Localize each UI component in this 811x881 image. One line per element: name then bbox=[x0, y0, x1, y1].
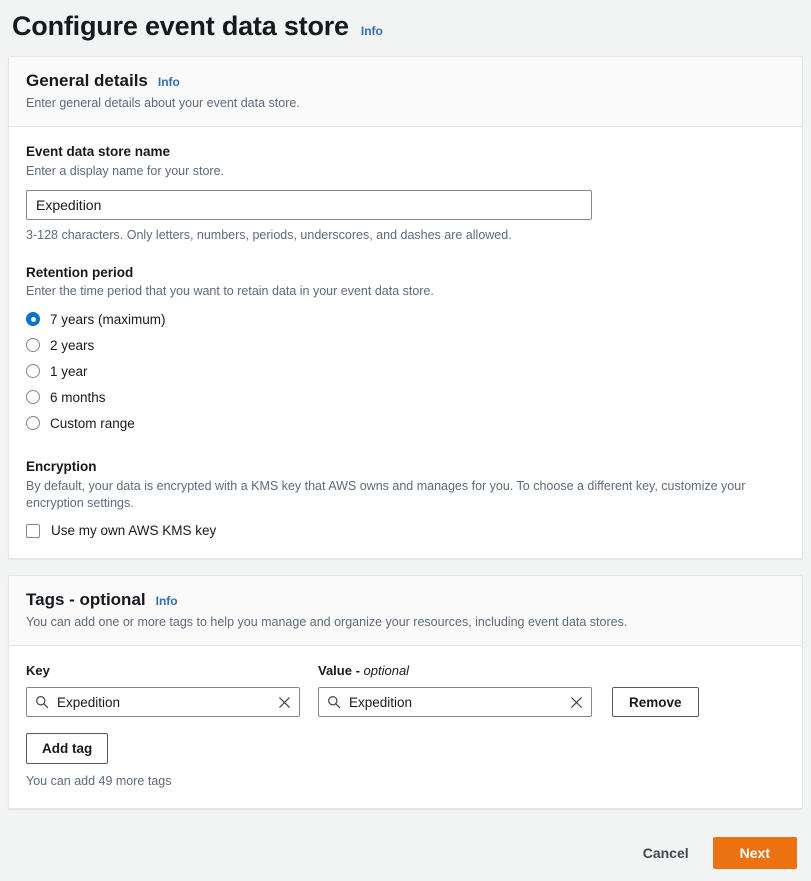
page-title: Configure event data store bbox=[12, 11, 349, 41]
use-own-kms-key-label: Use my own AWS KMS key bbox=[51, 523, 217, 539]
general-details-info-link[interactable]: Info bbox=[158, 75, 180, 89]
retention-option-7-years[interactable]: 7 years (maximum) bbox=[26, 306, 785, 332]
tag-value-input[interactable]: Expedition bbox=[318, 687, 592, 718]
tag-value-value: Expedition bbox=[349, 694, 413, 710]
tag-value-header-text: Value - bbox=[318, 663, 364, 679]
tags-header: Tags - optional Info You can add one or … bbox=[9, 576, 802, 647]
event-data-store-name-input[interactable] bbox=[26, 189, 592, 220]
retention-option-label: Custom range bbox=[50, 415, 135, 431]
remaining-tags-text: You can add 49 more tags bbox=[26, 774, 172, 789]
retention-period-description: Enter the time period that you want to r… bbox=[26, 284, 434, 299]
encryption-field: Encryption By default, your data is encr… bbox=[26, 458, 785, 538]
close-icon bbox=[570, 696, 582, 708]
radio-icon bbox=[26, 390, 40, 405]
checkbox-icon bbox=[26, 523, 40, 538]
retention-option-2-years[interactable]: 2 years bbox=[26, 332, 785, 358]
retention-option-1-year[interactable]: 1 year bbox=[26, 358, 785, 384]
event-data-store-name-label: Event data store name bbox=[26, 144, 171, 160]
radio-icon bbox=[26, 416, 40, 431]
general-details-description: Enter general details about your event d… bbox=[26, 96, 300, 111]
retention-option-6-months[interactable]: 6 months bbox=[26, 384, 785, 410]
tag-key-value: Expedition bbox=[57, 694, 121, 710]
tag-value-header: Value - optional bbox=[318, 663, 409, 678]
tag-value-header-optional: optional bbox=[363, 663, 410, 679]
tag-column-headers: Key Value - optional bbox=[26, 662, 785, 678]
page-title-bar: Configure event data store Info bbox=[0, 0, 811, 56]
remove-tag-button[interactable]: Remove bbox=[612, 687, 699, 718]
retention-period-field: Retention period Enter the time period t… bbox=[26, 264, 785, 436]
form-footer: Cancel Next bbox=[0, 825, 811, 881]
page-info-link[interactable]: Info bbox=[361, 24, 383, 38]
tags-body: Key Value - optional Expedition Expediti… bbox=[9, 646, 802, 808]
tags-description: You can add one or more tags to help you… bbox=[26, 615, 628, 630]
tag-key-clear-button[interactable] bbox=[271, 689, 297, 715]
search-icon bbox=[328, 696, 341, 709]
radio-icon bbox=[26, 312, 40, 327]
retention-period-radio-group: 7 years (maximum) 2 years 1 year 6 month… bbox=[26, 306, 785, 436]
retention-option-label: 6 months bbox=[50, 389, 106, 405]
radio-icon bbox=[26, 338, 40, 353]
tags-card: Tags - optional Info You can add one or … bbox=[8, 575, 803, 810]
encryption-description: By default, your data is encrypted with … bbox=[26, 478, 746, 510]
general-details-title: General details bbox=[26, 71, 148, 91]
retention-period-label: Retention period bbox=[26, 264, 134, 280]
event-data-store-name-field: Event data store name Enter a display na… bbox=[26, 143, 785, 242]
encryption-label: Encryption bbox=[26, 459, 97, 475]
retention-option-custom-range[interactable]: Custom range bbox=[26, 410, 785, 436]
event-data-store-name-description: Enter a display name for your store. bbox=[26, 163, 225, 178]
retention-option-label: 1 year bbox=[50, 363, 88, 379]
tag-key-input[interactable]: Expedition bbox=[26, 687, 300, 718]
next-button[interactable]: Next bbox=[712, 837, 797, 870]
cancel-button[interactable]: Cancel bbox=[639, 839, 693, 867]
table-row: Expedition Expedition Remove bbox=[26, 687, 785, 718]
tag-key-header: Key bbox=[26, 663, 50, 679]
add-tag-button[interactable]: Add tag bbox=[26, 733, 109, 765]
tags-title: Tags - optional bbox=[26, 590, 146, 610]
close-icon bbox=[278, 696, 290, 708]
tags-info-link[interactable]: Info bbox=[156, 594, 178, 608]
search-icon bbox=[36, 696, 49, 709]
general-details-card: General details Info Enter general detai… bbox=[8, 56, 803, 560]
use-own-kms-key-checkbox[interactable]: Use my own AWS KMS key bbox=[26, 523, 785, 538]
event-data-store-name-constraint: 3-128 characters. Only letters, numbers,… bbox=[26, 227, 512, 242]
general-details-header: General details Info Enter general detai… bbox=[9, 57, 802, 128]
radio-icon bbox=[26, 364, 40, 379]
retention-option-label: 2 years bbox=[50, 337, 95, 353]
general-details-body: Event data store name Enter a display na… bbox=[9, 127, 802, 558]
retention-option-label: 7 years (maximum) bbox=[50, 311, 166, 327]
tag-value-clear-button[interactable] bbox=[563, 689, 589, 715]
